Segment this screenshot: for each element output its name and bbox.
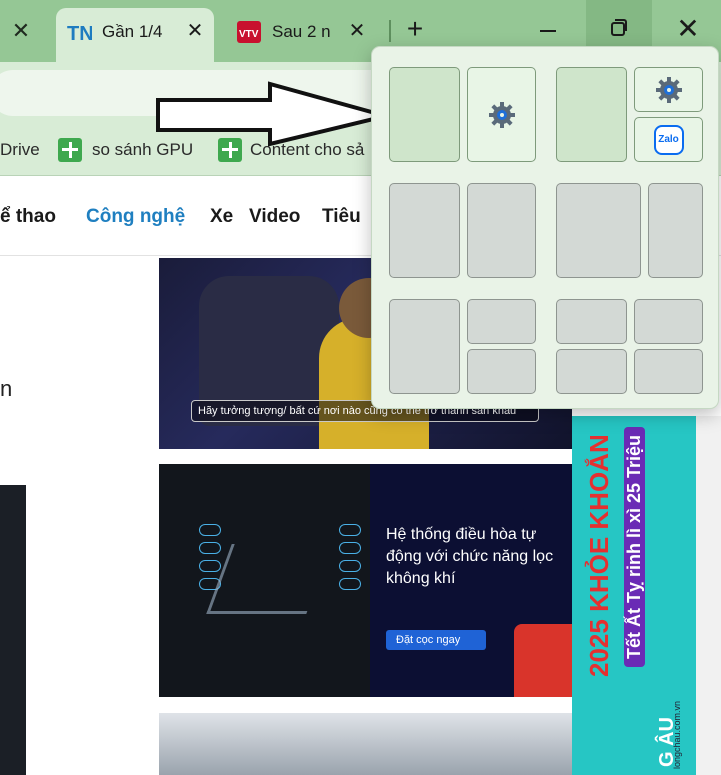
pharmacy-ad[interactable]: 2025 KHỎE KHOẮN Tết Ất Tỵ rinh lì xì 25 …	[572, 416, 696, 775]
ad-url: longchau.com.vn	[672, 700, 682, 769]
restore-icon	[611, 22, 625, 36]
bookmark-drive[interactable]: Drive	[0, 140, 40, 160]
gear-icon	[488, 101, 515, 128]
deposit-button[interactable]: Đặt cọc ngay	[386, 630, 486, 650]
nav-item-video[interactable]: Video	[249, 206, 300, 228]
snap-zone-left-wide[interactable]	[556, 183, 641, 278]
nav-item-cars[interactable]: Xe	[210, 206, 233, 228]
panel-button	[339, 542, 361, 554]
snap-zone-bottom-left-quarter[interactable]	[556, 349, 627, 394]
snap-zone-bottom-right[interactable]	[467, 349, 536, 394]
svg-text:TN: TN	[67, 23, 92, 44]
tab-title: Sau 2 n	[272, 22, 331, 41]
ad-title: Hệ thống điều hòa tự động với chức năng …	[386, 526, 554, 587]
panel-button	[199, 560, 221, 572]
bookmark-sheet-icon	[58, 138, 82, 162]
page-scrollbar[interactable]	[696, 416, 721, 775]
minimize-icon[interactable]	[540, 30, 556, 32]
tab-active[interactable]: TN Gần 1/4 ✕	[56, 8, 214, 62]
climate-panel-image	[159, 464, 370, 697]
window-close-icon[interactable]: ✕	[674, 14, 702, 44]
panel-button	[339, 524, 361, 536]
close-icon[interactable]: ✕	[346, 20, 368, 42]
snap-zone-top-right[interactable]	[467, 299, 536, 344]
car-image-card[interactable]	[159, 713, 572, 775]
annotation-arrow-icon	[156, 81, 394, 147]
close-tab-icon[interactable]: ✕	[8, 18, 34, 44]
snap-zone-top-right-quarter[interactable]	[634, 299, 703, 344]
vtv-logo-icon: VTV	[237, 21, 261, 43]
tab-title: Gần 1/4	[102, 22, 163, 41]
panel-button	[199, 542, 221, 554]
snap-zone-right-half[interactable]	[467, 183, 536, 278]
ad-text-rotated: 2025 KHỎE KHOẮN Tết Ất Tỵ rinh lì xì 25 …	[572, 416, 696, 775]
ad-subline: Tết Ất Tỵ rinh lì xì 25 Triệu	[624, 426, 645, 667]
panel-button	[339, 560, 361, 572]
thanhnien-logo-icon: TN	[66, 20, 92, 44]
browser-window: ✕ TN Gần 1/4 ✕ VTV Sau 2 n ✕ + ✕ Drive s…	[0, 0, 721, 775]
tab-inactive[interactable]: VTV Sau 2 n ✕	[226, 8, 376, 62]
article-text-fragment: n	[0, 376, 13, 401]
close-icon[interactable]: ✕	[184, 20, 206, 42]
ad-headline: 2025 KHỎE KHOẮN	[584, 434, 614, 677]
nav-item-tieu[interactable]: Tiêu	[322, 206, 361, 228]
svg-text:VTV: VTV	[239, 29, 259, 40]
snap-zone-left-half[interactable]	[389, 299, 460, 394]
panel-button	[339, 578, 361, 590]
snap-layouts-flyout: Zalo	[371, 46, 719, 409]
new-tab-plus-icon[interactable]: +	[402, 15, 428, 44]
snap-zone-right-half[interactable]	[467, 67, 536, 162]
snap-zone-top-right[interactable]	[634, 67, 703, 112]
nav-item-sports[interactable]: ể thao	[0, 206, 56, 228]
aircon-ad-card[interactable]: Hệ thống điều hòa tự động với chức năng …	[159, 464, 572, 697]
seat-graphic	[206, 544, 332, 614]
snap-zone-bottom-right[interactable]: Zalo	[634, 117, 703, 162]
nav-item-tech[interactable]: Công nghệ	[86, 206, 185, 228]
snap-zone-right-narrow[interactable]	[648, 183, 703, 278]
promo-badge-image	[514, 624, 572, 697]
snap-zone-left[interactable]	[556, 67, 627, 162]
zalo-icon: Zalo	[653, 124, 684, 155]
snap-zone-left-half[interactable]	[389, 67, 460, 162]
snap-zone-left-half[interactable]	[389, 183, 460, 278]
gear-icon	[655, 76, 682, 103]
snap-zone-bottom-right-quarter[interactable]	[634, 349, 703, 394]
article-thumbnail[interactable]	[0, 485, 26, 775]
snap-zone-top-left-quarter[interactable]	[556, 299, 627, 344]
tab-separator	[389, 20, 391, 42]
panel-button	[199, 524, 221, 536]
